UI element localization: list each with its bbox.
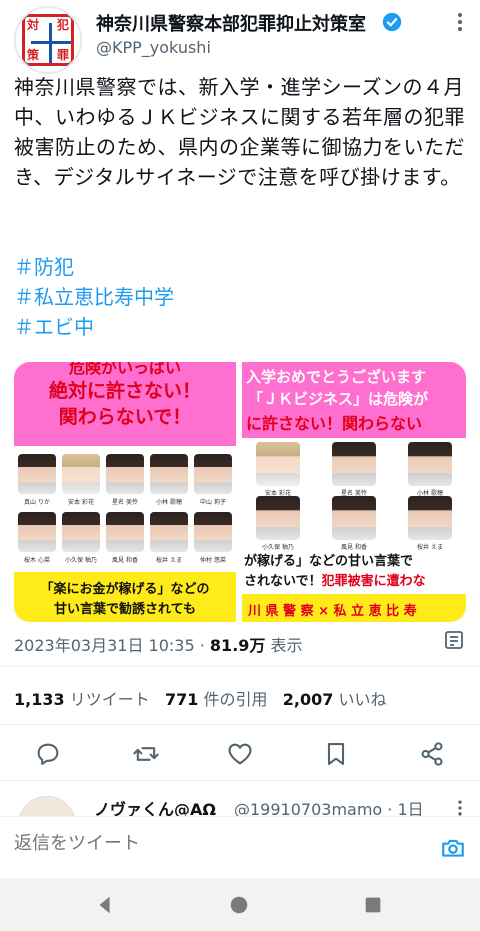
tweet-text: 神奈川県警察では、新入学・進学シーズンの４月中、いわゆるＪＫビジネスに関する若年… [14, 75, 465, 189]
back-icon[interactable] [94, 894, 116, 916]
member-photo [62, 512, 100, 552]
member-name: 仲村 悠菜 [200, 557, 226, 564]
avatar-char: 罪 [57, 48, 70, 62]
member-name: 安本 彩花 [68, 499, 94, 506]
retweets-label[interactable]: リツイート [70, 690, 150, 709]
media-image-left[interactable]: 危険がいっぱい 絶対に許さない！ 関わらないで！ 真山 りか 安本 彩花 星名 … [14, 362, 236, 622]
member-photo [150, 454, 188, 494]
likes-count[interactable]: 2,007 [283, 690, 334, 709]
banner-text: 「ＪＫビジネス」は危険が [248, 390, 429, 408]
banner-text: 甘い言葉で勧誘されても [54, 602, 196, 617]
member-photo [408, 496, 452, 540]
member-photo [194, 454, 232, 494]
hashtag-link[interactable]: ＃私立恵比寿中学 [14, 282, 174, 312]
member-photo [256, 496, 300, 540]
views-label: 表示 [270, 636, 303, 655]
member-photo [150, 512, 188, 552]
share-icon[interactable] [418, 740, 446, 768]
divider [0, 666, 480, 667]
hashtag-link[interactable]: ＃エビ中 [14, 312, 174, 342]
reply-compose-bar [0, 816, 480, 878]
meta-separator: · [199, 636, 205, 655]
account-handle[interactable]: @KPP_yokushi [96, 38, 211, 57]
member-name: 小林 歌穂 [156, 499, 182, 506]
banner-text: 「楽にお金が稼げる」などの [40, 582, 210, 597]
member-photo [408, 442, 452, 486]
banner-footer-text: 川 県 警 察 × 私 立 恵 比 寿 [248, 604, 417, 619]
banner-text: 入学おめでとうございます [246, 368, 427, 386]
member-name: 小久保 柚乃 [65, 557, 97, 564]
member-photo [332, 442, 376, 486]
member-photo [256, 442, 300, 486]
member-photo [18, 512, 56, 552]
display-name[interactable]: 神奈川県警察本部犯罪抑止対策室 [96, 10, 366, 36]
member-photo [18, 454, 56, 494]
avatar-char: 犯 [57, 18, 70, 32]
banner-text: 犯罪被害に遭わな [321, 574, 426, 589]
tweet-meta: 2023年03月31日 10:35 · 81.9万 表示 [14, 632, 303, 656]
banner-text-row: されないで！犯罪被害に遭わな [244, 570, 426, 589]
tweet-timestamp[interactable]: 2023年03月31日 10:35 [14, 636, 195, 655]
member-photo [194, 512, 232, 552]
verified-badge-icon [382, 12, 402, 32]
system-nav-bar [0, 878, 480, 931]
recents-icon[interactable] [362, 894, 384, 916]
hashtag-list: ＃防犯 ＃私立恵比寿中学 ＃エビ中 [14, 252, 174, 342]
retweets-count[interactable]: 1,133 [14, 690, 65, 709]
more-options-icon[interactable] [450, 798, 470, 818]
member-photo [332, 496, 376, 540]
camera-icon[interactable] [440, 835, 466, 861]
quotes-label[interactable]: 件の引用 [203, 690, 267, 709]
avatar-seal-logo: 対 犯 策 罪 [22, 14, 74, 66]
quotes-count[interactable]: 771 [165, 690, 198, 709]
banner-text: されないで！ [244, 574, 322, 589]
member-name: 中山 莉子 [200, 499, 226, 506]
tweet-media[interactable]: 危険がいっぱい 絶対に許さない！ 関わらないで！ 真山 りか 安本 彩花 星名 … [14, 362, 466, 622]
tweet-actions-bar [0, 736, 480, 776]
likes-label[interactable]: いいね [338, 690, 386, 709]
reply-input[interactable] [14, 833, 394, 854]
retweet-icon[interactable] [132, 740, 160, 768]
member-name: 真山 りか [24, 499, 50, 506]
member-name: 星名 美怜 [112, 499, 138, 506]
member-photo [62, 454, 100, 494]
avatar-char: 策 [27, 48, 40, 62]
views-count: 81.9万 [209, 636, 266, 655]
hashtag-link[interactable]: ＃防犯 [14, 252, 174, 282]
banner-text: 絶対に許さない！ [48, 380, 201, 402]
home-icon[interactable] [228, 894, 250, 916]
reply-icon[interactable] [34, 740, 62, 768]
media-image-right[interactable]: 入学おめでとうございます 「ＪＫビジネス」は危険が に許さない！関わらない 安本… [242, 362, 466, 622]
like-heart-icon[interactable] [226, 740, 254, 768]
divider [0, 724, 480, 725]
tweet-header: 対 犯 策 罪 神奈川県警察本部犯罪抑止対策室 @KPP_yokushi [0, 0, 480, 74]
bookmark-icon[interactable] [322, 740, 350, 768]
member-name: 桜木 心菜 [24, 557, 50, 564]
member-photo [106, 512, 144, 552]
member-name: 風見 和香 [112, 557, 138, 564]
divider [0, 780, 480, 781]
more-options-icon[interactable] [448, 10, 472, 34]
account-avatar[interactable]: 対 犯 策 罪 [14, 6, 82, 74]
banner-text: が稼げる」などの甘い言葉で [244, 554, 414, 569]
member-name: 桜井 えま [156, 557, 182, 564]
avatar-char: 対 [27, 18, 40, 32]
analytics-icon[interactable] [442, 628, 466, 652]
avatar-seal-line [31, 41, 71, 44]
banner-text: に許さない！関わらない [246, 414, 423, 433]
banner-text: 関わらないで！ [58, 406, 192, 428]
member-photo [106, 454, 144, 494]
engagement-stats: 1,133 リツイート 771 件の引用 2,007 いいね [14, 686, 386, 710]
